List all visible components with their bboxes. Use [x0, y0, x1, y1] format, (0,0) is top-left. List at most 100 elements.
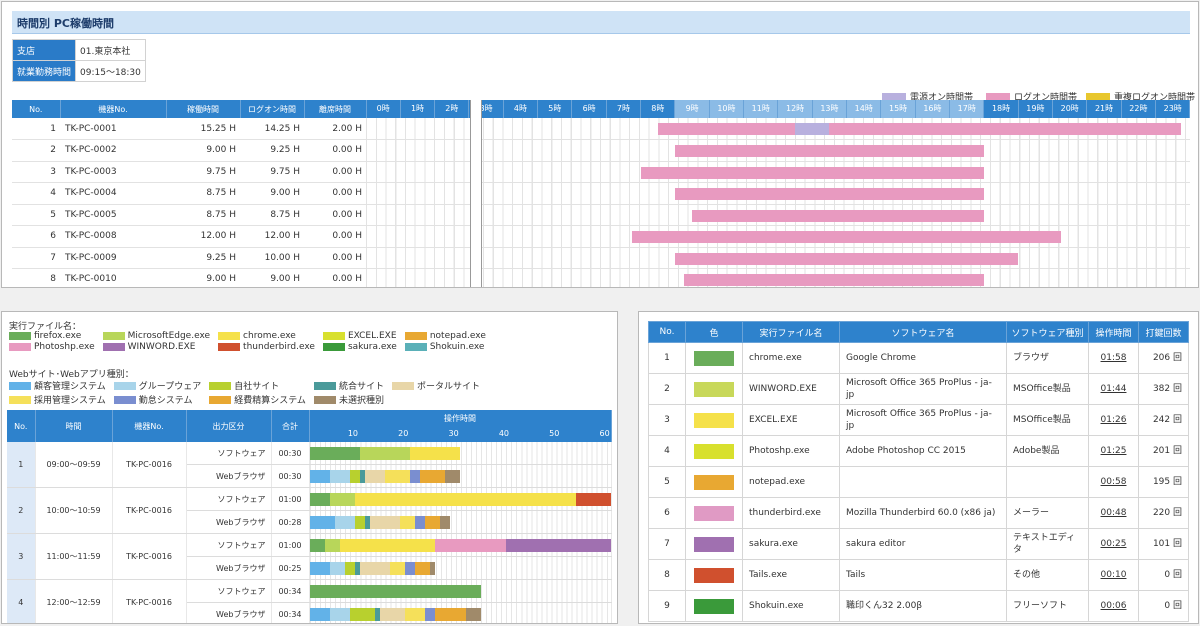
legend-label: 未選択種別: [338, 396, 384, 406]
legend-item: 採用管理システム: [9, 393, 106, 406]
hour-label: 23時: [1156, 100, 1191, 118]
col-hours: 0時 1時 2時 3時 4時 5時 6時 7時 8時 9時 10時 11時 12時 13時 14時 15時 16…: [366, 100, 1191, 118]
row-no: 1: [12, 118, 60, 140]
legend-label: Photoshp.exe: [34, 342, 95, 352]
operation-time-link[interactable]: 00:48: [1088, 497, 1139, 529]
legend-swatch: [404, 332, 427, 340]
legend-item: firefox.exe: [9, 331, 95, 341]
table-row: 8 Tails.exe Tails その他 00:10 0 回: [648, 559, 1189, 591]
bar-segment: [364, 470, 385, 483]
legend-swatch: [404, 343, 427, 351]
bar-segment: [309, 470, 330, 483]
logon-time: 9.25 H: [240, 139, 304, 162]
legend-label: firefox.exe: [34, 331, 82, 341]
table-row: 3 EXCEL.EXE Microsoft Office 365 ProPlus -…: [648, 404, 1189, 436]
total-time: 00:30: [271, 464, 310, 488]
legend-swatch: [313, 381, 336, 390]
away-time: 0.00 H: [304, 161, 366, 183]
row-no: 7: [648, 528, 686, 560]
legend-item: chrome.exe: [218, 331, 315, 341]
legend-item: MicrosoftEdge.exe: [102, 331, 210, 341]
bar-segment: [390, 562, 406, 575]
legend-label: 統合サイト: [338, 382, 384, 392]
color-cell: [685, 404, 743, 436]
timeline-cell: [366, 225, 1191, 248]
legend-label: notepad.exe: [429, 331, 486, 341]
stacked-bar-cell: [309, 579, 612, 603]
bar-segment: [420, 470, 446, 483]
col-time: 時間: [35, 410, 113, 442]
bar-segment: [440, 516, 451, 529]
keystroke-count: 101 回: [1138, 528, 1189, 560]
legend-swatch: [102, 343, 125, 351]
axis-tick: 30: [448, 429, 459, 438]
axis-tick: 10: [347, 429, 359, 438]
legend-swatch: [209, 381, 232, 390]
color-cell: [685, 342, 743, 374]
branch-label: 支店: [11, 39, 77, 61]
bar-segment: [329, 562, 345, 575]
table-row: 1 chrome.exe Google Chrome ブラウザ 01:58 206 回: [648, 342, 1189, 374]
operation-time-link[interactable]: 00:06: [1088, 590, 1139, 622]
branch-value: 01.東京本社: [75, 39, 146, 61]
keystroke-count: 201 回: [1138, 435, 1189, 467]
software-name: Google Chrome: [839, 342, 1007, 374]
table-row: 5 notepad.exe 00:58 195 回: [648, 466, 1189, 498]
output-kind: Webブラウザ: [186, 510, 272, 534]
output-kind: ソフトウェア: [186, 579, 272, 603]
pc-id: TK-PC-0009: [60, 247, 166, 269]
total-time: 00:28: [271, 510, 310, 534]
bar-segment: [576, 493, 612, 506]
time-range: 11:00～11:59: [35, 533, 113, 580]
minutes-axis: 10 20 30 40 50 60: [309, 426, 612, 442]
timeline-cell: [366, 118, 1191, 140]
pc-id: TK-PC-0003: [60, 161, 166, 183]
row-no: 5: [648, 466, 686, 498]
hour-label: 21時: [1087, 100, 1122, 118]
row-no: 9: [648, 590, 686, 622]
bar-segment: [309, 608, 330, 621]
color-cell: [685, 466, 743, 498]
legend-label: 勤怠システム: [138, 396, 193, 406]
legend-item: EXCEL.EXE: [322, 331, 397, 341]
bar-segment: [405, 562, 416, 575]
web-legend: 顧客管理システム グループウェア 自社サイト 統合サイト ポータルサイト 採用管理システム…: [9, 379, 480, 406]
hour-label: 7時: [607, 100, 642, 118]
bar-segment: [430, 562, 436, 575]
hour-label: 18時: [984, 100, 1019, 118]
bar-segment: [505, 539, 612, 552]
software-kind: メーラー: [1006, 497, 1089, 529]
row-no: 5: [12, 204, 60, 226]
col-operation-time: 操作時間: [1088, 321, 1139, 343]
operation-time-link[interactable]: 01:44: [1088, 373, 1139, 405]
row-no: 4: [648, 435, 686, 467]
total-time: 00:30: [271, 442, 310, 465]
color-cell: [685, 497, 743, 529]
operation-time-link[interactable]: 01:26: [1088, 404, 1139, 436]
run-time: 8.75 H: [166, 204, 240, 226]
logon-time: 9.00 H: [240, 268, 304, 287]
bar-segment: [329, 608, 350, 621]
color-cell: [685, 590, 743, 622]
software-name: sakura editor: [839, 528, 1007, 560]
output-kind: Webブラウザ: [186, 556, 272, 580]
table-row: 2 10:00～10:59 TK-PC-0016 ソフトウェア 01:00: [7, 487, 612, 534]
operation-time-link[interactable]: 01:58: [1088, 342, 1139, 374]
software-name: Adobe Photoshop CC 2015: [839, 435, 1007, 467]
logon-bar: [632, 231, 1062, 243]
hour-label: 22時: [1122, 100, 1157, 118]
operation-time-link[interactable]: 01:25: [1088, 435, 1139, 467]
col-no: No.: [648, 321, 686, 343]
operation-time-link[interactable]: 00:10: [1088, 559, 1139, 591]
exe-name: thunderbird.exe: [742, 497, 840, 529]
col-exe: 実行ファイル名: [742, 321, 840, 343]
legend-swatch: [209, 395, 232, 404]
operation-time-link[interactable]: 00:25: [1088, 528, 1139, 560]
software-kind: テキストエディタ: [1006, 528, 1089, 560]
hour-label: 17時: [950, 100, 985, 118]
col-no: No.: [12, 100, 61, 118]
operation-time-link[interactable]: 00:58: [1088, 466, 1139, 498]
hour-label: 19時: [1019, 100, 1054, 118]
table-row: 4 TK-PC-0004 8.75 H 9.00 H 0.00 H: [12, 182, 1191, 205]
exe-name: Shokuin.exe: [742, 590, 840, 622]
